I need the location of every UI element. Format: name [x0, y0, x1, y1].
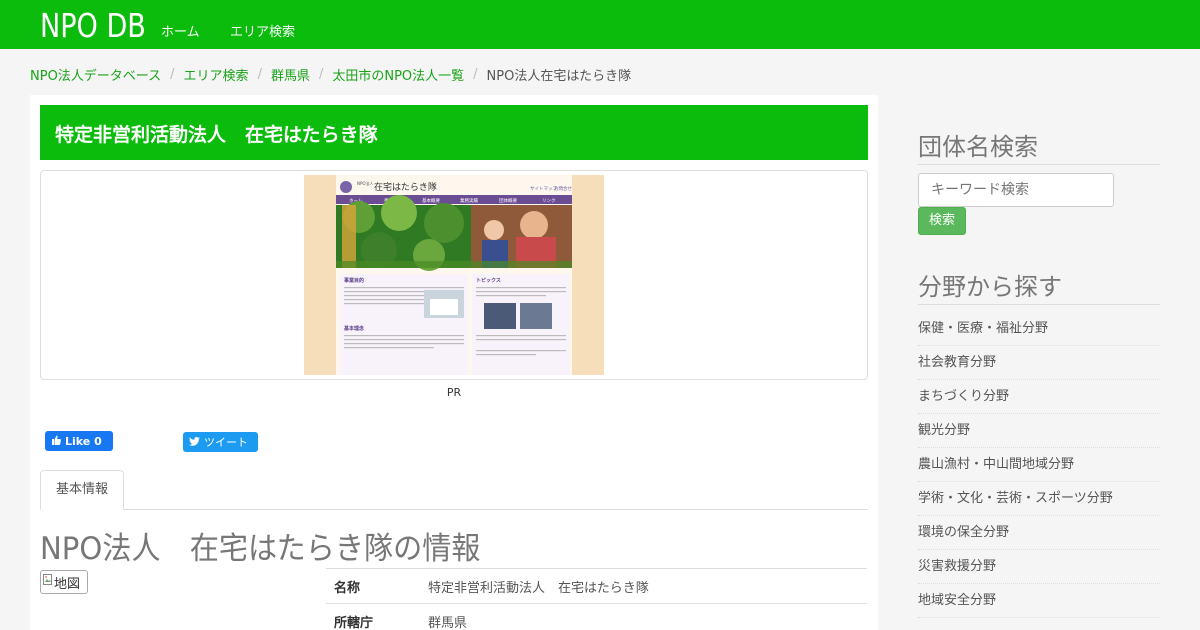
facebook-like-button[interactable]: Like 0: [45, 431, 113, 451]
svg-text:業務実績: 業務実績: [460, 197, 478, 204]
facebook-like-label: Like 0: [65, 434, 102, 448]
category-item-town-development[interactable]: まちづくり分野: [918, 380, 1160, 414]
tweet-button[interactable]: ツイート: [183, 432, 258, 452]
thumbs-up-icon: [51, 435, 61, 448]
map-image: 地図: [40, 570, 88, 594]
svg-text:基本理念: 基本理念: [343, 325, 364, 332]
table-row-label: 所轄庁: [326, 603, 420, 630]
top-navbar: NPO DB ホーム エリア検索: [0, 0, 1200, 49]
svg-text:お問合せ: お問合せ: [554, 185, 572, 192]
breadcrumb-item-ota-list[interactable]: 太田市のNPO法人一覧: [332, 65, 464, 84]
svg-text:事業目的: 事業目的: [344, 277, 364, 284]
table-row: 名称 特定非営利活動法人 在宅はたらき隊: [326, 568, 867, 604]
svg-text:NPO法人: NPO法人: [357, 180, 374, 186]
category-item-environment[interactable]: 環境の保全分野: [918, 516, 1160, 550]
category-item-health-welfare[interactable]: 保健・医療・福祉分野: [918, 312, 1160, 346]
svg-text:団体概要: 団体概要: [499, 197, 517, 204]
nav-link-area-search[interactable]: エリア検索: [230, 21, 295, 40]
breadcrumb-item-database[interactable]: NPO法人データベース: [30, 65, 161, 84]
category-item-disaster-relief[interactable]: 災害救援分野: [918, 550, 1160, 584]
info-tabs: 基本情報: [40, 470, 868, 510]
info-table: 名称 特定非営利活動法人 在宅はたらき隊 所轄庁 群馬県: [326, 568, 867, 630]
broken-image-icon: [43, 574, 53, 590]
table-row-value: 特定非営利活動法人 在宅はたらき隊: [420, 568, 867, 604]
nav-link-home[interactable]: ホーム: [161, 21, 200, 40]
breadcrumb: NPO法人データベース / エリア検索 / 群馬県 / 太田市のNPO法人一覧 …: [30, 65, 631, 84]
category-item-culture-sports[interactable]: 学術・文化・芸術・スポーツ分野: [918, 482, 1160, 516]
tab-basic-info[interactable]: 基本情報: [40, 470, 124, 510]
category-item-rural-areas[interactable]: 農山漁村・中山間地域分野: [918, 448, 1160, 482]
category-item-tourism[interactable]: 観光分野: [918, 414, 1160, 448]
site-screenshot-frame: NPO法人 在宅はたらき隊 サイトマップ お問合せ ホーム 事業目的 基本概要 …: [40, 170, 868, 380]
tweet-label: ツイート: [204, 436, 248, 449]
site-brand[interactable]: NPO DB: [40, 6, 146, 45]
table-row: 所轄庁 群馬県: [326, 603, 867, 630]
category-heading: 分野から探す: [918, 265, 1160, 305]
category-item-community-safety[interactable]: 地域安全分野: [918, 584, 1160, 618]
breadcrumb-item-gunma[interactable]: 群馬県: [271, 65, 310, 84]
page-title: 特定非営利活動法人 在宅はたらき隊: [40, 105, 868, 160]
breadcrumb-separator: /: [473, 67, 478, 82]
site-screenshot-image[interactable]: NPO法人 在宅はたらき隊 サイトマップ お問合せ ホーム 事業目的 基本概要 …: [304, 175, 604, 375]
keyword-search-input[interactable]: [918, 173, 1114, 207]
category-list: 保健・医療・福祉分野 社会教育分野 まちづくり分野 観光分野 農山漁村・中山間地…: [918, 312, 1160, 618]
info-heading: NPO法人 在宅はたらき隊の情報: [40, 531, 481, 567]
search-heading: 団体名検索: [918, 125, 1160, 165]
svg-text:リンク: リンク: [542, 198, 556, 204]
twitter-bird-icon: [189, 436, 200, 449]
svg-text:在宅はたらき隊: 在宅はたらき隊: [374, 181, 437, 193]
breadcrumb-current: NPO法人在宅はたらき隊: [486, 69, 632, 84]
table-row-label: 名称: [326, 568, 420, 604]
pr-label: PR: [446, 386, 462, 399]
svg-text:トピックス: トピックス: [476, 277, 501, 284]
search-button[interactable]: 検索: [918, 207, 966, 235]
table-row-value: 群馬県: [420, 603, 867, 630]
breadcrumb-separator: /: [318, 67, 324, 82]
breadcrumb-separator: /: [170, 67, 175, 82]
category-item-social-education[interactable]: 社会教育分野: [918, 346, 1160, 380]
breadcrumb-item-area-search[interactable]: エリア検索: [184, 65, 249, 84]
breadcrumb-separator: /: [257, 67, 262, 82]
svg-text:基本概要: 基本概要: [422, 197, 440, 204]
map-alt-text: 地図: [54, 576, 81, 592]
main-content-panel: 特定非営利活動法人 在宅はたらき隊 NPO法人 在宅はたらき隊 サイトマップ お…: [30, 95, 878, 630]
